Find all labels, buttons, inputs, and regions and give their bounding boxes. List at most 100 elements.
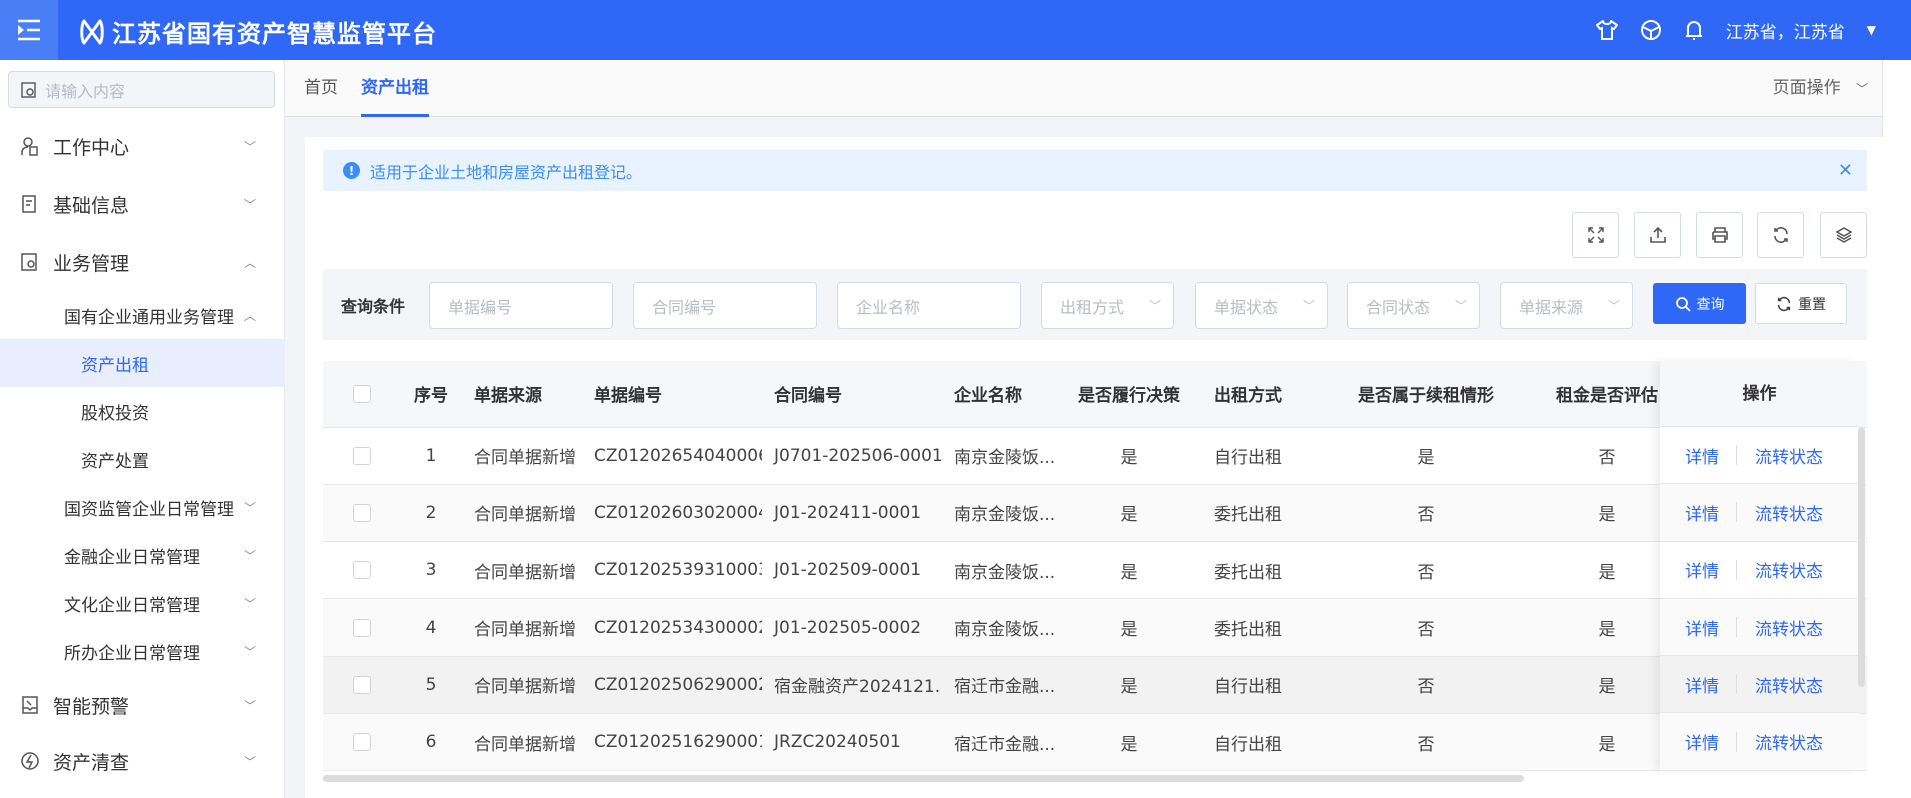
table-row[interactable]: 2 合同单据新增 CZ01202603020004 J01-202411-0001 南京… <box>323 484 1867 543</box>
detail-link[interactable]: 详情 <box>1685 557 1719 582</box>
row-checkbox[interactable] <box>352 561 371 580</box>
doc-status-select[interactable]: 单据状态 ﹀ <box>1195 282 1328 329</box>
sidebar-item-affiliated-daily[interactable]: 所办企业日常管理 ﹀ <box>0 627 285 675</box>
col-company-name: 企业名称 <box>942 361 1068 428</box>
user-name[interactable]: 江苏省，江苏省 <box>1726 18 1845 43</box>
company-name-input[interactable]: 企业名称 <box>837 282 1021 329</box>
close-icon[interactable]: ✕ <box>1838 160 1853 181</box>
table-row[interactable]: 4 合同单据新增 CZ01202534300002 J01-202505-0002 南京… <box>323 598 1867 657</box>
table-cell: 合同单据新增 <box>462 541 582 600</box>
search-doc-icon <box>21 81 36 98</box>
chevron-up-icon: ︿ <box>244 255 257 270</box>
table-cell: 否 <box>1330 541 1522 600</box>
lease-method-select[interactable]: 出租方式 ﹀ <box>1041 282 1174 329</box>
tab-asset-lease[interactable]: 资产出租 <box>361 60 429 117</box>
detail-link[interactable]: 详情 <box>1685 672 1719 697</box>
sidebar-item-soe-general[interactable]: 国有企业通用业务管理 ︿ <box>0 295 285 335</box>
reset-button[interactable]: 重置 <box>1755 283 1847 324</box>
flow-status-link[interactable]: 流转状态 <box>1755 443 1823 468</box>
table-cell: 2 <box>400 484 462 543</box>
chevron-down-icon: ﹀ <box>1302 299 1315 313</box>
flow-status-link[interactable]: 流转状态 <box>1755 500 1823 525</box>
lease-table: 序号 单据来源 单据编号 合同编号 企业名称 是否履行决策 出租方式 是否属于续… <box>323 361 1867 786</box>
page-scrollbar[interactable] <box>1882 60 1911 798</box>
sidebar-item-business[interactable]: 业务管理 ︿ <box>0 242 285 282</box>
sidebar-item-equity-investment[interactable]: 股权投资 <box>0 387 285 435</box>
row-checkbox[interactable] <box>352 733 371 752</box>
sidebar-item-smart-alert[interactable]: 智能预警 ﹀ <box>0 685 285 725</box>
tab-bar: 首页 资产出租 页面操作 ﹀ <box>285 60 1882 117</box>
table-cell: J0701-202506-0001 <box>762 427 942 485</box>
doc-number-input[interactable]: 单据编号 <box>429 282 613 329</box>
table-cell: 南京金陵饭... <box>942 484 1068 543</box>
print-button[interactable] <box>1696 212 1743 258</box>
table-row[interactable]: 1 合同单据新增 CZ01202654040006 J0701-202506-0001… <box>323 427 1867 485</box>
contract-number-input[interactable]: 合同编号 <box>633 282 817 329</box>
table-cell: 宿迁市金融... <box>942 656 1068 714</box>
table-cell: 是 <box>1068 484 1190 543</box>
table-cell: 自行出租 <box>1190 656 1330 714</box>
table-cell: J01-202509-0001 <box>762 541 942 600</box>
column-settings-button[interactable] <box>1820 212 1867 258</box>
doc-source-select[interactable]: 单据来源 ﹀ <box>1500 282 1633 329</box>
tab-home[interactable]: 首页 <box>304 60 338 117</box>
table-cell: JRZC20240501 <box>762 713 942 772</box>
page-operations-label: 页面操作 <box>1772 78 1841 98</box>
horizontal-scrollbar[interactable] <box>323 775 1524 782</box>
col-doc-number: 单据编号 <box>582 361 762 428</box>
row-checkbox[interactable] <box>352 503 371 522</box>
bell-icon[interactable] <box>1684 19 1704 41</box>
table-row[interactable]: 3 合同单据新增 CZ01202539310003 J01-202509-0001 南京… <box>323 541 1867 600</box>
refresh-icon <box>1773 227 1788 243</box>
table-cell: 否 <box>1330 656 1522 714</box>
row-checkbox[interactable] <box>352 618 371 637</box>
logo-icon <box>80 19 104 44</box>
table-vertical-scrollbar[interactable] <box>1858 427 1865 687</box>
menu-label: 所办企业日常管理 <box>64 643 200 664</box>
placeholder: 单据编号 <box>448 297 513 317</box>
flow-status-link[interactable]: 流转状态 <box>1755 729 1823 754</box>
detail-link[interactable]: 详情 <box>1685 500 1719 525</box>
app-title: 江苏省国有资产智慧监管平台 <box>112 20 437 48</box>
fullscreen-button[interactable] <box>1572 212 1619 258</box>
table-row[interactable]: 6 合同单据新增 CZ01202516290001 JRZC20240501 宿迁市金融… <box>323 713 1867 772</box>
flow-status-link[interactable]: 流转状态 <box>1755 672 1823 697</box>
upload-icon <box>1649 226 1666 243</box>
sidebar-item-asset-disposal[interactable]: 资产处置 <box>0 435 285 483</box>
page-operations-dropdown[interactable]: 页面操作 ﹀ <box>1773 60 1868 118</box>
select-all-checkbox[interactable] <box>352 384 371 403</box>
contract-status-select[interactable]: 合同状态 ﹀ <box>1347 282 1480 329</box>
flow-status-link[interactable]: 流转状态 <box>1755 615 1823 640</box>
document-edit-icon <box>22 195 36 213</box>
table-cell: 自行出租 <box>1190 713 1330 772</box>
chevron-down-icon: ﹀ <box>244 500 257 515</box>
flow-status-link[interactable]: 流转状态 <box>1755 557 1823 582</box>
menu-label: 基础信息 <box>53 194 130 217</box>
steering-wheel-icon[interactable] <box>1640 19 1662 41</box>
menu-search-input[interactable]: 请输入内容 <box>8 71 275 108</box>
menu-label: 工作中心 <box>53 136 130 159</box>
export-button[interactable] <box>1634 212 1681 258</box>
detail-link[interactable]: 详情 <box>1685 615 1719 640</box>
caret-down-icon[interactable]: ▼ <box>1867 23 1876 37</box>
row-checkbox[interactable] <box>352 446 371 465</box>
table-row[interactable]: 5 合同单据新增 CZ01202506290002 宿金融资产2024121... 宿迁… <box>323 656 1867 714</box>
table-header-row: 序号 单据来源 单据编号 合同编号 企业名称 是否履行决策 出租方式 是否属于续… <box>323 361 1867 428</box>
sidebar-item-work-center[interactable]: 工作中心 ﹀ <box>0 126 285 166</box>
theme-shirt-icon[interactable] <box>1595 20 1618 40</box>
sidebar-item-finance-daily[interactable]: 金融企业日常管理 ﹀ <box>0 531 285 579</box>
sidebar-item-culture-daily[interactable]: 文化企业日常管理 ﹀ <box>0 579 285 627</box>
sidebar-item-asset-check[interactable]: 资产清查 ﹀ <box>0 741 285 781</box>
refresh-button[interactable] <box>1757 212 1804 258</box>
placeholder: 出租方式 <box>1060 297 1125 317</box>
sidebar-item-asset-lease[interactable]: 资产出租 <box>0 339 285 387</box>
sidebar-item-sasac-daily[interactable]: 国资监管企业日常管理 ﹀ <box>0 483 285 531</box>
detail-link[interactable]: 详情 <box>1685 729 1719 754</box>
menu-toggle-button[interactable] <box>0 0 58 60</box>
table-cell: 南京金陵饭... <box>942 541 1068 600</box>
sidebar-item-basic-info[interactable]: 基础信息 ﹀ <box>0 184 285 224</box>
search-button[interactable]: 查询 <box>1653 283 1746 324</box>
menu-label: 资产处置 <box>81 451 149 472</box>
row-checkbox[interactable] <box>352 675 371 694</box>
detail-link[interactable]: 详情 <box>1685 443 1719 468</box>
